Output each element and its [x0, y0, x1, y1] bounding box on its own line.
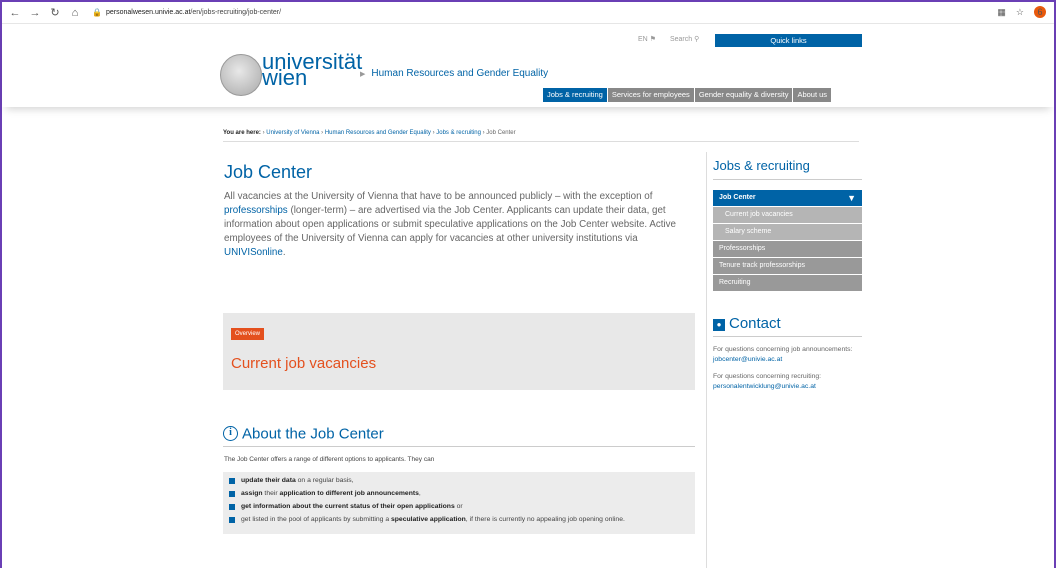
forward-icon[interactable]: → — [28, 6, 42, 20]
about-heading: i About the Job Center — [223, 425, 695, 447]
contact-question-1: For questions concerning job announcemen… — [713, 346, 853, 353]
list-item: get information about the current status… — [229, 502, 689, 512]
reload-icon[interactable]: ↻ — [48, 6, 62, 20]
overview-badge: Overview — [231, 328, 265, 340]
translate-icon[interactable]: ▦ — [997, 7, 1006, 18]
intro-text-2: (longer-term) – are advertised via the J… — [224, 205, 677, 244]
recruiting-email-link[interactable]: personalentwicklung@univie.ac.at — [713, 383, 816, 390]
square-bullet-icon — [229, 478, 235, 484]
current-vacancies-link[interactable]: Current job vacancies — [231, 355, 376, 372]
sidebar: Jobs & recruiting Job Center ▼ Current jo… — [706, 152, 862, 568]
breadcrumb-prefix: You are here: — [223, 130, 261, 136]
language-label: EN — [638, 36, 648, 43]
square-bullet-icon — [229, 517, 235, 523]
list-item-plain: , — [418, 490, 421, 497]
main-navigation: Jobs & recruiting Services for employees… — [542, 88, 832, 102]
intro-paragraph: All vacancies at the University of Vienn… — [224, 190, 700, 260]
bookmark-star-icon[interactable]: ☆ — [1016, 7, 1024, 18]
list-item: get listed in the pool of applicants by … — [229, 515, 689, 525]
list-item-bold: application to different job announcemen… — [279, 490, 419, 497]
univisonline-link[interactable]: UNIVISonline — [224, 247, 283, 258]
url-host: personalwesen.univie.ac.at — [105, 9, 191, 16]
browser-actions: ▦ ☆ 6 — [997, 6, 1046, 18]
nav-gender-equality[interactable]: Gender equality & diversity — [694, 88, 793, 102]
flag-icon: ⚑ — [649, 36, 656, 43]
nav-services-for-employees[interactable]: Services for employees — [607, 88, 694, 102]
page-title: Job Center — [224, 162, 313, 182]
intro-text-1: All vacancies at the University of Vienn… — [224, 191, 653, 202]
overview-teaser[interactable]: Overview Current job vacancies — [223, 313, 695, 390]
options-list: update their data on a regular basis, as… — [223, 472, 695, 534]
sidebar-item-current-vacancies[interactable]: Current job vacancies — [713, 207, 862, 223]
sidebar-item-salary-scheme[interactable]: Salary scheme — [713, 224, 862, 240]
unit-link[interactable]: ▶ Human Resources and Gender Equality — [360, 68, 548, 79]
unit-link-label: Human Resources and Gender Equality — [371, 68, 549, 79]
quick-links-button[interactable]: Quick links — [715, 34, 862, 47]
triangle-right-icon: ▶ — [360, 71, 366, 78]
contact-bubble-icon: ● — [713, 319, 725, 331]
intro-text-3: . — [282, 247, 286, 258]
home-icon[interactable]: ⌂ — [68, 6, 82, 20]
list-item-text: get listed in the pool of applicants by … — [241, 515, 625, 525]
list-item-text: get information about the current status… — [241, 502, 463, 512]
profile-avatar[interactable]: 6 — [1034, 6, 1046, 18]
nav-jobs-recruiting[interactable]: Jobs & recruiting — [543, 88, 607, 102]
browser-window: ← → ↻ ⌂ 🔒 personalwesen.univie.ac.at/en/… — [0, 0, 1056, 568]
sidebar-item-tenure-track[interactable]: Tenure track professorships — [713, 258, 862, 274]
list-item-text: assign their application to different jo… — [241, 489, 421, 499]
list-item-bold: get information about the current status… — [241, 503, 455, 510]
url-path: /en/jobs-recruiting/job-center/ — [190, 9, 282, 16]
list-item-plain: get listed in the pool of applicants by … — [241, 516, 391, 523]
list-item-plain: on a regular basis, — [295, 477, 354, 484]
sidebar-item-label: Job Center — [719, 194, 756, 201]
breadcrumb-jobs[interactable]: Jobs & recruiting — [436, 130, 481, 136]
list-item-plain: or — [454, 503, 463, 510]
sidebar-item-job-center[interactable]: Job Center ▼ — [713, 190, 862, 206]
university-wordmark[interactable]: universität wien — [262, 51, 362, 89]
caret-down-icon: ▼ — [847, 193, 856, 203]
browser-toolbar: ← → ↻ ⌂ 🔒 personalwesen.univie.ac.at/en/… — [2, 2, 1054, 24]
sidebar-item-professorships[interactable]: Professorships — [713, 241, 862, 257]
professorships-link[interactable]: professorships — [224, 205, 288, 216]
jobcenter-email-link[interactable]: jobcenter@univie.ac.at — [713, 356, 782, 363]
breadcrumb-university[interactable]: University of Vienna — [266, 130, 319, 136]
about-intro: The Job Center offers a range of differe… — [224, 456, 435, 463]
contact-heading: ● Contact — [713, 315, 862, 337]
nav-about-us[interactable]: About us — [793, 88, 832, 102]
university-seal-logo[interactable] — [220, 54, 262, 96]
breadcrumb-hr[interactable]: Human Resources and Gender Equality — [325, 130, 431, 136]
address-bar[interactable]: personalwesen.univie.ac.at/en/jobs-recru… — [106, 9, 281, 16]
info-icon: i — [223, 426, 238, 442]
list-item-plain: their — [262, 490, 280, 497]
sidebar-menu: Job Center ▼ Current job vacancies Salary… — [713, 190, 862, 291]
square-bullet-icon — [229, 491, 235, 497]
list-item-bold: update their data — [241, 477, 296, 484]
square-bullet-icon — [229, 504, 235, 510]
language-switch[interactable]: EN ⚑ — [638, 35, 656, 43]
about-title: About the Job Center — [242, 425, 384, 443]
sidebar-title: Jobs & recruiting — [713, 158, 862, 180]
search-icon: ⚲ — [694, 36, 700, 43]
contact-title: Contact — [729, 315, 781, 332]
contact-block-2: For questions concerning recruiting: per… — [713, 372, 862, 391]
utility-bar: EN ⚑ Search ⚲ — [638, 35, 709, 43]
lock-icon[interactable]: 🔒 — [92, 8, 102, 17]
list-item-bold: speculative application — [391, 516, 466, 523]
list-item: update their data on a regular basis, — [229, 476, 689, 486]
list-item-text: update their data on a regular basis, — [241, 476, 354, 486]
contact-question-2: For questions concerning recruiting: — [713, 373, 822, 380]
list-item-plain: , if there is currently no appealing job… — [465, 516, 625, 523]
breadcrumb: You are here: › University of Vienna › H… — [223, 130, 859, 142]
sidebar-item-recruiting[interactable]: Recruiting — [713, 275, 862, 291]
breadcrumb-current: Job Center — [486, 130, 516, 136]
search-link[interactable]: Search ⚲ — [670, 35, 699, 43]
list-item: assign their application to different jo… — [229, 489, 689, 499]
back-icon[interactable]: ← — [8, 6, 22, 20]
list-item-bold: assign — [241, 490, 263, 497]
site-header: EN ⚑ Search ⚲ Quick links universität wi… — [2, 25, 1054, 107]
contact-block-1: For questions concerning job announcemen… — [713, 345, 862, 364]
search-label: Search — [669, 36, 693, 43]
